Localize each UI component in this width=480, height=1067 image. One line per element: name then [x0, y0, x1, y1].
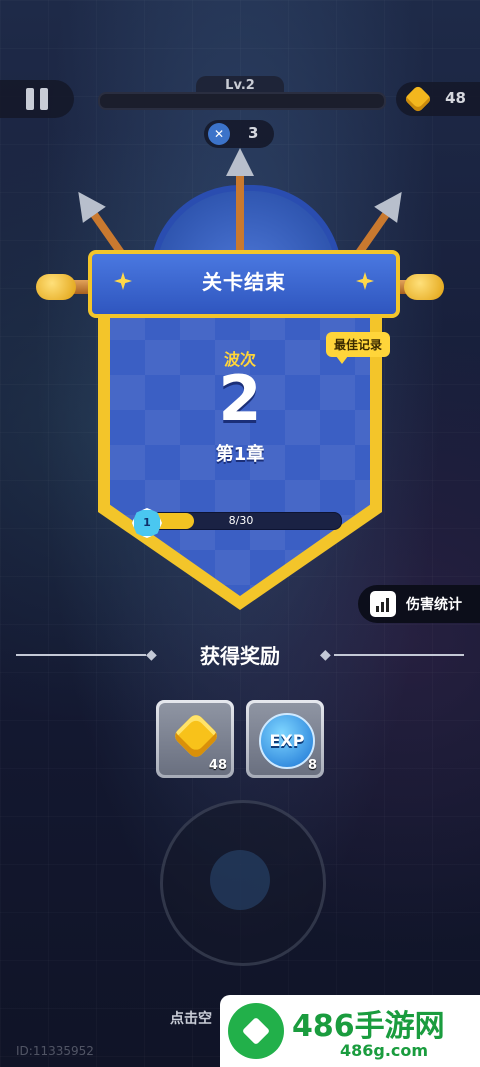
wave-value: 2 — [218, 362, 262, 435]
chapter-label: 第1章 — [215, 444, 265, 465]
watermark-logo-icon — [228, 1003, 284, 1059]
coin-count: 48 — [445, 89, 466, 107]
result-panel: 关卡结束 最佳记录 波次 2 第1章 8/30 1 — [0, 148, 480, 620]
reward-count: 48 — [208, 758, 227, 773]
watermark-subtitle: 486g.com — [340, 1041, 429, 1060]
chart-icon — [370, 591, 396, 617]
panel-title: 关卡结束 — [202, 270, 286, 294]
pause-button[interactable] — [0, 80, 74, 118]
crossed-swords-icon: ✕ — [208, 123, 230, 145]
joystick-knob — [210, 850, 270, 910]
reward-count: 8 — [307, 758, 317, 773]
pause-icon-bar-right — [40, 88, 48, 110]
coin-icon — [403, 84, 433, 114]
sword-count: 3 — [248, 124, 259, 142]
reward-slot: EXP 8 — [249, 703, 321, 775]
reward-slot: 48 — [159, 703, 231, 775]
level-progress-bar — [98, 92, 386, 110]
rod-cap-left — [36, 274, 76, 300]
rod-cap-right — [404, 274, 444, 300]
chapter-progress-text: 8/30 — [228, 514, 254, 527]
divider-right — [334, 654, 464, 656]
chapter-progress-bar: 8/30 — [140, 512, 342, 530]
sword-counter: ✕ 3 — [204, 120, 274, 148]
arrow-deco-right-icon: ◆ — [320, 647, 331, 663]
user-id-text: ID:11335952 — [16, 1044, 94, 1058]
title-banner: 关卡结束 — [88, 250, 400, 318]
coin-counter: 48 — [396, 82, 480, 116]
exp-orb-icon: EXP — [259, 713, 315, 769]
tap-to-continue-text[interactable]: 点击空 — [170, 1008, 212, 1028]
site-watermark: 486手游网 486g.com — [220, 995, 480, 1067]
damage-stats-label: 伤害统计 — [406, 597, 462, 613]
reward-item-gold[interactable]: 48 — [156, 700, 234, 778]
level-gem-icon: 1 — [132, 508, 162, 538]
watermark-title: 486手游网 — [292, 1009, 445, 1044]
damage-stats-button[interactable]: 伤害统计 — [358, 585, 480, 623]
gold-gem-icon — [171, 711, 221, 761]
pause-icon-bar-left — [26, 88, 34, 110]
reward-item-exp[interactable]: EXP 8 — [246, 700, 324, 778]
